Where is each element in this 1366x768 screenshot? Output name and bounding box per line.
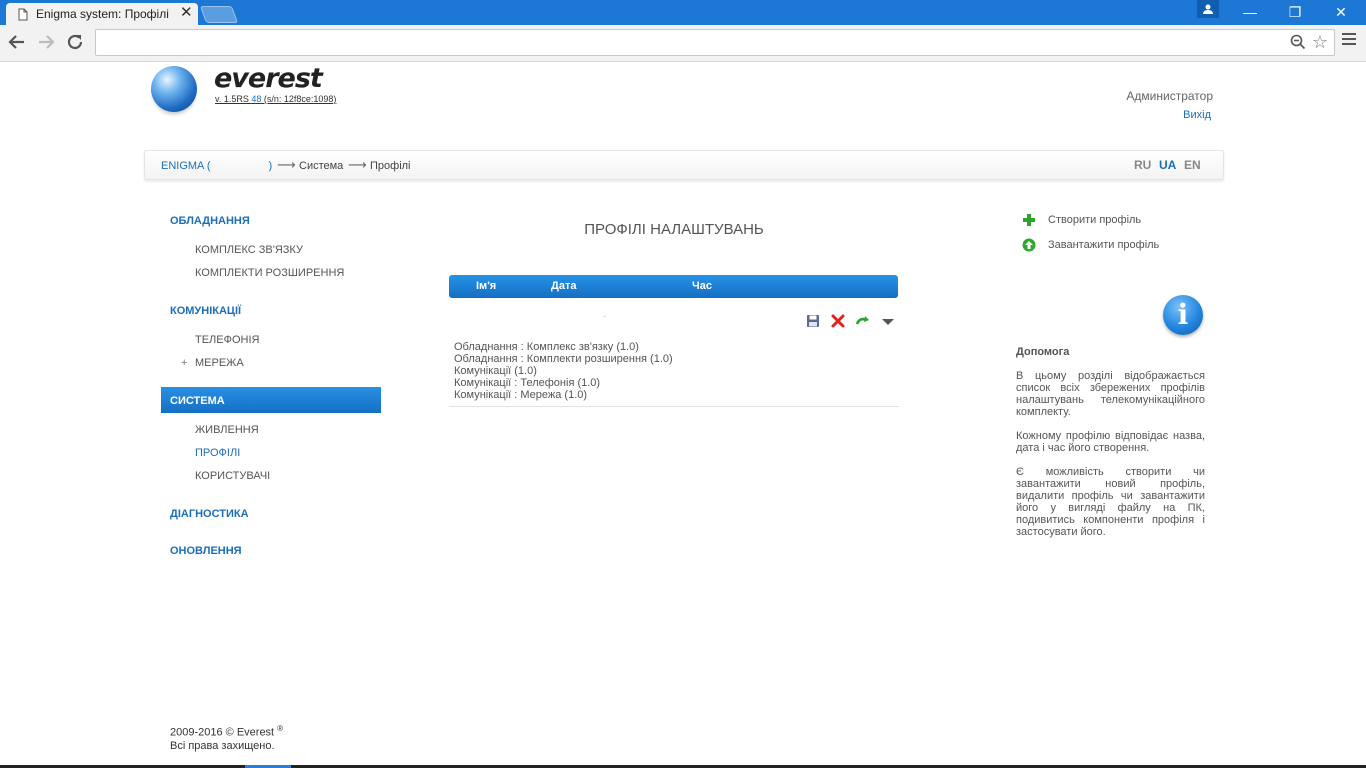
breadcrumb-root[interactable]: ENIGMA ()	[161, 160, 272, 172]
copyright: 2009-2016 © Everest	[170, 726, 275, 739]
help-text: В цьому розділі відображається список вс…	[1016, 370, 1205, 418]
breadcrumb-item-system[interactable]: Система	[299, 160, 343, 172]
close-window-button[interactable]: ✕	[1318, 1, 1364, 23]
profile-components-list: Обладнання : Комплекс зв'язку (1.0) Обла…	[454, 341, 673, 401]
component-item: Обладнання : Комплекс зв'язку (1.0)	[454, 341, 639, 353]
help-text: Є можливість створити чи завантажити нов…	[1016, 466, 1205, 538]
document-icon	[18, 8, 28, 21]
zoom-icon[interactable]	[1290, 34, 1306, 50]
tab-title: Enigma system: Профілі	[36, 7, 169, 21]
sidebar-section-communications[interactable]: КОМУНІКАЦІЇ	[170, 305, 241, 317]
sidebar-item-network[interactable]: МЕРЕЖА	[195, 357, 244, 369]
sidebar-section-equipment[interactable]: ОБЛАДНАННЯ	[170, 215, 250, 227]
sidebar-section-system-label: СИСТЕМА	[170, 395, 225, 407]
breadcrumb-arrow: ⟶	[348, 157, 367, 172]
component-item: Комунікації (1.0)	[454, 365, 537, 377]
sidebar-item-comm-complex[interactable]: КОМПЛЕКС ЗВ'ЯЗКУ	[195, 244, 303, 256]
info-icon: i	[1163, 295, 1203, 335]
new-tab-button[interactable]	[199, 6, 239, 23]
component-item: Комунікації : Мережа (1.0)	[454, 389, 588, 401]
upload-icon[interactable]	[1022, 238, 1036, 252]
browser-tab[interactable]: Enigma system: Профілі ✕	[6, 3, 198, 25]
upload-profile-link[interactable]: Завантажити профіль	[1048, 239, 1159, 251]
back-icon[interactable]	[8, 33, 26, 54]
breadcrumb: ENIGMA () ⟶ Система ⟶ Профілі RU UA EN	[144, 150, 1224, 180]
browser-titlebar: Enigma system: Профілі ✕ — ❐ ✕	[0, 0, 1366, 25]
rights-text: Всі права захищено.	[170, 739, 275, 752]
lang-ua[interactable]: UA	[1159, 158, 1176, 172]
lang-ru[interactable]: RU	[1134, 158, 1151, 172]
sidebar-item-power[interactable]: ЖИВЛЕННЯ	[195, 424, 259, 436]
breadcrumb-arrow: ⟶	[277, 157, 296, 172]
profile-name: -	[603, 311, 606, 321]
page-title: ПРОФІЛІ НАЛАШТУВАНЬ	[584, 221, 764, 238]
plus-icon[interactable]	[1022, 213, 1036, 227]
sidebar-section-updates[interactable]: ОНОВЛЕННЯ	[170, 545, 242, 557]
sidebar-item-profiles[interactable]: ПРОФІЛІ	[195, 447, 240, 459]
restore-button[interactable]: ❐	[1272, 1, 1318, 23]
component-item: Комунікації : Телефонія (1.0)	[454, 377, 601, 389]
tab-close-icon[interactable]: ✕	[180, 5, 193, 21]
help-text: Кожному профілю відповідає назва, дата і…	[1016, 430, 1205, 454]
component-item: Обладнання : Комплекти розширення (1.0)	[454, 353, 673, 365]
bookmark-star-icon[interactable]: ☆	[1312, 31, 1328, 53]
forward-icon[interactable]	[37, 33, 55, 54]
profile-icon[interactable]	[1197, 0, 1219, 18]
column-date[interactable]: Дата	[551, 280, 576, 292]
row-divider	[449, 406, 899, 407]
version-build[interactable]: 48	[251, 94, 261, 104]
user-name: Администратор	[1126, 89, 1213, 103]
reload-icon[interactable]	[66, 33, 84, 54]
logout-link[interactable]: Вихід	[1183, 109, 1211, 121]
address-bar[interactable]: ☆	[95, 29, 1335, 56]
browser-menu-icon[interactable]	[1342, 33, 1356, 48]
sidebar-section-diagnostics[interactable]: ДІАГНОСТИКА	[170, 508, 249, 520]
help-title: Допомога	[1016, 346, 1070, 358]
column-name[interactable]: Ім'я	[476, 280, 496, 292]
sidebar-item-users[interactable]: КОРИСТУВАЧІ	[195, 470, 270, 482]
profiles-table-header: Ім'я Дата Час	[449, 275, 898, 298]
sidebar-section-system[interactable]: СИСТЕМА	[161, 387, 381, 413]
everest-logo-globe	[151, 66, 197, 112]
save-icon[interactable]	[806, 314, 820, 328]
breadcrumb-item-profiles: Профілі	[370, 160, 411, 172]
sidebar-item-telephony[interactable]: ТЕЛЕФОНІЯ	[195, 334, 259, 346]
expand-plus-icon[interactable]: +	[181, 357, 187, 369]
apply-icon[interactable]	[856, 314, 870, 328]
sidebar-item-expansion-kits[interactable]: КОМПЛЕКТИ РОЗШИРЕННЯ	[195, 267, 344, 279]
version-link[interactable]: v. 1.5RS 48 (s/n: 12f8ce:1098)	[215, 94, 336, 104]
expand-icon[interactable]	[881, 314, 895, 328]
column-time[interactable]: Час	[692, 280, 712, 292]
minimize-button[interactable]: —	[1227, 1, 1273, 23]
lang-en[interactable]: EN	[1184, 158, 1201, 172]
registered-mark: ®	[277, 724, 284, 733]
delete-icon[interactable]	[831, 314, 845, 328]
browser-toolbar: ☆	[0, 25, 1366, 62]
create-profile-link[interactable]: Створити профіль	[1048, 214, 1141, 226]
footer: 2009-2016 © Everest ® Всі права захищено…	[170, 722, 283, 753]
everest-logo-text: everest	[214, 63, 323, 94]
